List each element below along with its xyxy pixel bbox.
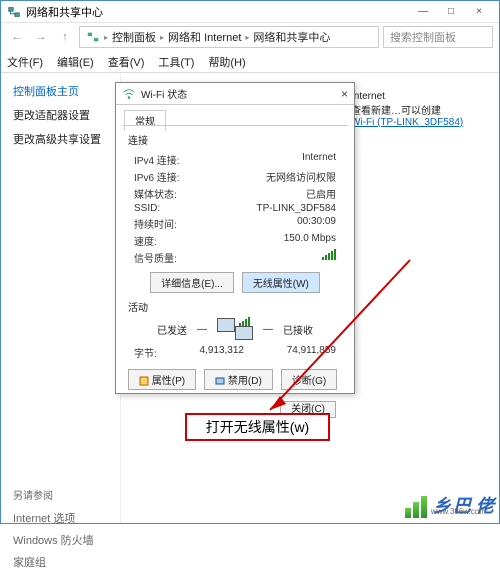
bytes-label: 字节: xyxy=(134,345,157,360)
ssid-value: TP-LINK_3DF584 xyxy=(257,203,336,214)
signal-label: 信号质量: xyxy=(134,250,177,265)
ipv6-label: IPv6 连接: xyxy=(134,169,180,184)
speed-label: 速度: xyxy=(134,233,157,248)
sidebar-sharing[interactable]: 更改高级共享设置 xyxy=(13,131,108,147)
dialog-pane: 连接 IPv4 连接: Internet IPv6 连接: 无网络访问权限 媒体状态… xyxy=(122,125,348,393)
wireless-properties-button[interactable]: 无线属性(W) xyxy=(242,272,320,293)
close-button[interactable]: × xyxy=(465,3,493,21)
activity-row: 已发送 — — 已接收 xyxy=(128,318,342,340)
watermark-bars-icon xyxy=(405,496,427,518)
ssid-label: SSID: xyxy=(134,203,160,214)
dialog-titlebar: Wi-Fi 状态 × xyxy=(116,83,354,105)
watermark-url: www.386w.com xyxy=(431,507,486,516)
menu-edit[interactable]: 编辑(E) xyxy=(57,54,94,70)
menu-tools[interactable]: 工具(T) xyxy=(158,54,194,70)
activity-icon xyxy=(217,318,253,340)
access-type-text: 查看新建…可以创建 xyxy=(351,102,463,117)
breadcrumb-root[interactable]: 控制面板 xyxy=(112,29,156,45)
details-button[interactable]: 详细信息(E)... xyxy=(150,272,234,293)
connection-link[interactable]: Wi-Fi (TP-LINK_3DF584) xyxy=(351,117,463,128)
titlebar: 网络和共享中心 — □ × xyxy=(1,1,499,23)
back-button[interactable]: ← xyxy=(7,27,27,47)
address-bar: ← → ↑ ▸ 控制面板 ▸ 网络和 Internet ▸ 网络和共享中心 搜索… xyxy=(1,23,499,51)
signal-bars-icon xyxy=(322,250,336,265)
ipv4-value: Internet xyxy=(302,152,336,167)
breadcrumb-mid[interactable]: 网络和 Internet xyxy=(168,29,241,45)
sidebar: 控制面板主页 更改适配器设置 更改高级共享设置 另请参阅 Internet 选项… xyxy=(1,73,121,523)
network-center-icon xyxy=(7,5,21,19)
watermark: 乡 巴 佬 www.386w.com xyxy=(405,492,494,518)
breadcrumb[interactable]: ▸ 控制面板 ▸ 网络和 Internet ▸ 网络和共享中心 xyxy=(79,26,379,48)
dialog-title: Wi-Fi 状态 xyxy=(141,86,341,101)
activity-dash: — xyxy=(263,324,273,335)
sidebar-adapter[interactable]: 更改适配器设置 xyxy=(13,107,108,123)
annotation-callout: 打开无线属性(w) xyxy=(185,413,330,441)
sidebar-homegroup[interactable]: 家庭组 xyxy=(13,554,108,570)
window-buttons: — □ × xyxy=(409,3,493,21)
speed-value: 150.0 Mbps xyxy=(284,233,336,248)
sidebar-firewall[interactable]: Windows 防火墙 xyxy=(13,532,108,548)
menu-help[interactable]: 帮助(H) xyxy=(208,54,245,70)
menu-file[interactable]: 文件(F) xyxy=(7,54,43,70)
network-icon xyxy=(86,30,100,44)
minimize-button[interactable]: — xyxy=(409,3,437,21)
menubar: 文件(F) 编辑(E) 查看(V) 工具(T) 帮助(H) xyxy=(1,51,499,73)
chevron-right-icon: ▸ xyxy=(104,33,108,42)
bytes-sent: 4,913,312 xyxy=(157,345,287,360)
up-button[interactable]: ↑ xyxy=(55,27,75,47)
duration-value: 00:30:09 xyxy=(297,216,336,231)
media-value: 已启用 xyxy=(306,186,336,201)
seealso-header: 另请参阅 xyxy=(13,487,108,502)
section-activity: 活动 xyxy=(128,299,342,314)
section-connection: 连接 xyxy=(128,132,342,147)
forward-button[interactable]: → xyxy=(31,27,51,47)
access-type-label: Internet xyxy=(351,91,463,102)
ipv4-label: IPv4 连接: xyxy=(134,152,180,167)
wifi-status-dialog: Wi-Fi 状态 × 常规 连接 IPv4 连接: Internet IPv6 连… xyxy=(115,82,355,394)
diagnose-button[interactable]: 诊断(G) xyxy=(281,369,337,390)
properties-button[interactable]: 属性(P) xyxy=(128,369,196,390)
bytes-recv: 74,911,859 xyxy=(287,345,336,360)
wifi-icon xyxy=(122,87,136,101)
menu-view[interactable]: 查看(V) xyxy=(108,54,145,70)
ipv6-value: 无网络访问权限 xyxy=(266,169,336,184)
media-label: 媒体状态: xyxy=(134,186,177,201)
breadcrumb-leaf: 网络和共享中心 xyxy=(253,29,330,45)
dialog-tabs: 常规 xyxy=(116,105,354,125)
duration-label: 持续时间: xyxy=(134,216,177,231)
maximize-button[interactable]: □ xyxy=(437,3,465,21)
sidebar-home[interactable]: 控制面板主页 xyxy=(13,83,108,99)
chevron-right-icon: ▸ xyxy=(160,33,164,42)
sent-label: 已发送 xyxy=(157,322,187,337)
search-input[interactable]: 搜索控制面板 xyxy=(383,26,493,48)
activity-dash: — xyxy=(197,324,207,335)
disable-button[interactable]: 禁用(D) xyxy=(204,369,273,390)
window-title: 网络和共享中心 xyxy=(26,4,409,20)
recv-label: 已接收 xyxy=(283,322,313,337)
dialog-close-button[interactable]: × xyxy=(341,87,348,101)
chevron-right-icon: ▸ xyxy=(245,33,249,42)
